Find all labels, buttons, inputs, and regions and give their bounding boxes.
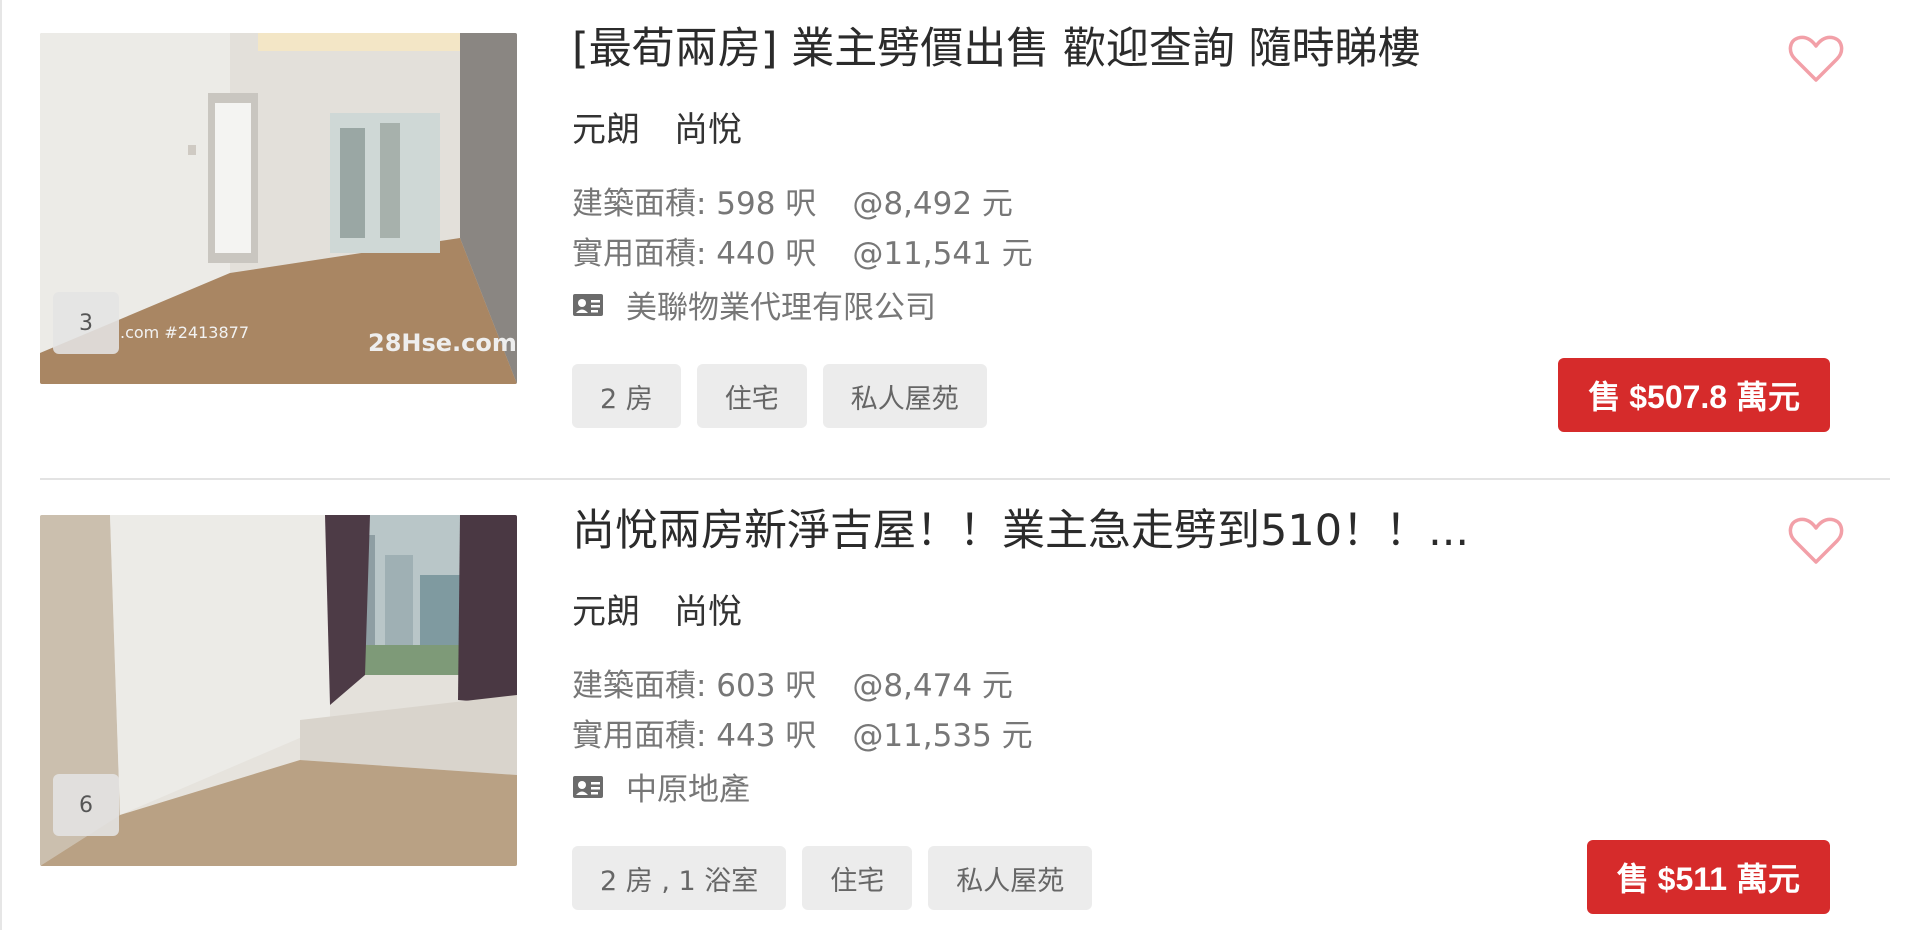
listing-photo[interactable]: .com #2413877 28Hse.com 3 bbox=[40, 33, 517, 384]
id-card-icon bbox=[573, 293, 603, 316]
district-label: 元朗 bbox=[572, 110, 640, 150]
photo-watermark-id: .com #2413877 bbox=[120, 323, 249, 342]
listing-divider bbox=[40, 478, 1890, 480]
agency-row: 美聯物業代理有限公司 bbox=[572, 282, 936, 327]
agency-name: 中原地產 bbox=[626, 772, 750, 808]
listing-tags: 2 房 住宅 私人屋苑 bbox=[572, 364, 1003, 428]
price-button[interactable]: 售 $511 萬元 bbox=[1586, 840, 1830, 914]
gross-area: 建築面積: 603 呎 bbox=[572, 668, 817, 704]
listing-photo[interactable]: 6 bbox=[40, 515, 517, 866]
estate-label: 尚悅 bbox=[674, 592, 742, 632]
tag-usage: 住宅 bbox=[696, 364, 807, 428]
price-button[interactable]: 售 $507.8 萬元 bbox=[1558, 358, 1830, 432]
gross-area-row: 建築面積: 598 呎 @8,492 元 bbox=[572, 178, 1013, 223]
district-label: 元朗 bbox=[572, 592, 640, 632]
listing-title[interactable]: 尚悅兩房新淨吉屋！！業主急走劈到510！！... bbox=[572, 496, 1792, 566]
saleable-price-per-ft: @11,541 元 bbox=[852, 236, 1033, 272]
left-border bbox=[0, 0, 2, 930]
saleable-area: 實用面積: 443 呎 bbox=[572, 718, 817, 754]
listing-card[interactable]: .com #2413877 28Hse.com 3 [最荀兩房] 業主劈價出售 … bbox=[40, 0, 1890, 432]
gross-area-row: 建築面積: 603 呎 @8,474 元 bbox=[572, 660, 1013, 705]
photo-count-badge: 3 bbox=[53, 292, 119, 354]
tag-rooms: 2 房 bbox=[572, 364, 681, 428]
photo-watermark-brand: 28Hse.com bbox=[368, 329, 517, 357]
tag-rooms: 2 房 , 1 浴室 bbox=[572, 846, 787, 910]
listing-title[interactable]: [最荀兩房] 業主劈價出售 歡迎查詢 隨時睇樓 bbox=[572, 14, 1792, 84]
saleable-area-row: 實用面積: 440 呎 @11,541 元 bbox=[572, 228, 1033, 273]
estate-label: 尚悅 bbox=[674, 110, 742, 150]
heart-icon[interactable] bbox=[1788, 34, 1844, 84]
heart-icon[interactable] bbox=[1788, 516, 1844, 566]
agency-row: 中原地產 bbox=[572, 764, 750, 809]
gross-area: 建築面積: 598 呎 bbox=[572, 186, 817, 222]
listing-location: 元朗 尚悅 bbox=[572, 102, 742, 151]
listing-card[interactable]: 6 尚悅兩房新淨吉屋！！業主急走劈到510！！... 元朗 尚悅 建築面積: 60… bbox=[40, 482, 1890, 914]
photo-count-badge: 6 bbox=[53, 774, 119, 836]
tag-estate-type: 私人屋苑 bbox=[822, 364, 987, 428]
saleable-area: 實用面積: 440 呎 bbox=[572, 236, 817, 272]
listing-location: 元朗 尚悅 bbox=[572, 584, 742, 633]
tag-estate-type: 私人屋苑 bbox=[928, 846, 1093, 910]
saleable-area-row: 實用面積: 443 呎 @11,535 元 bbox=[572, 710, 1033, 755]
gross-price-per-ft: @8,492 元 bbox=[852, 186, 1013, 222]
listing-tags: 2 房 , 1 浴室 住宅 私人屋苑 bbox=[572, 846, 1108, 910]
tag-usage: 住宅 bbox=[802, 846, 913, 910]
id-card-icon bbox=[573, 775, 603, 798]
saleable-price-per-ft: @11,535 元 bbox=[852, 718, 1033, 754]
agency-name: 美聯物業代理有限公司 bbox=[626, 290, 936, 326]
gross-price-per-ft: @8,474 元 bbox=[852, 668, 1013, 704]
